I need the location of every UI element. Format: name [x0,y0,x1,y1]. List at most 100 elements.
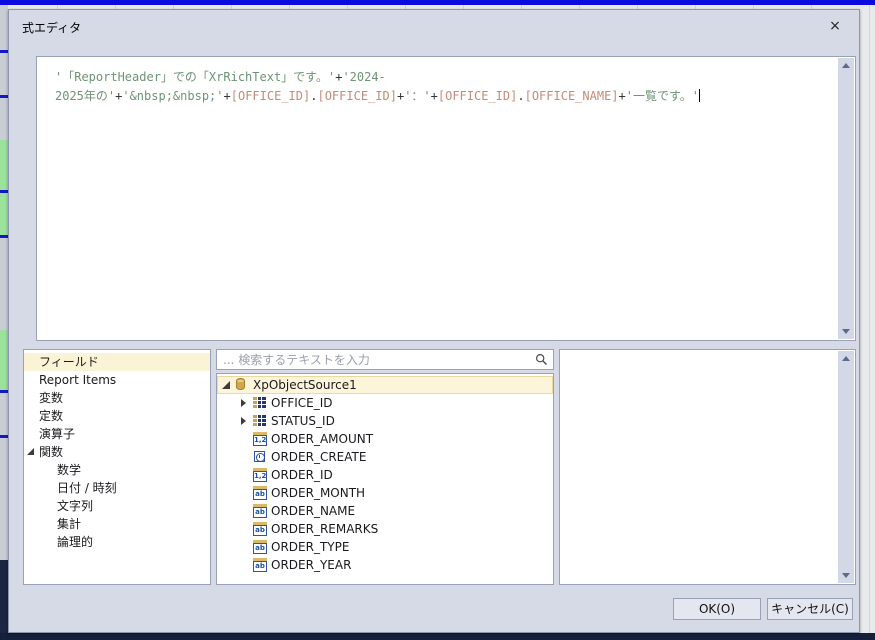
category-label: 数学 [57,463,82,477]
category-item[interactable]: 演算子 [24,425,210,443]
category-item[interactable]: フィールド [24,353,210,371]
expression-token-operator: + [618,89,626,103]
background-app-left-edge [0,5,8,633]
category-item[interactable]: 文字列 [24,497,210,515]
category-item[interactable]: 定数 [24,407,210,425]
tree-item-label: ORDER_AMOUNT [271,432,374,446]
expression-token-string: '2024- [342,70,386,84]
scroll-down-icon[interactable] [838,323,854,339]
field-tree-panel: XpObjectSource1 OFFICE_ID STATUS_ID 1,2 ORDE… [216,373,554,585]
scroll-up-icon[interactable] [838,58,854,74]
expander-placeholder [239,556,253,574]
expander-placeholder [239,466,253,484]
category-label: 定数 [39,409,64,423]
expression-line: 2025年の'+'&nbsp;&nbsp;'+[OFFICE_ID].[OFFI… [55,87,832,106]
tree-item-label: ORDER_NAME [271,504,356,518]
search-box [216,349,554,370]
search-input[interactable] [217,350,553,369]
tree-item-label: ORDER_CREATE [271,450,367,464]
category-label: 論理的 [57,535,94,549]
tree-item-label: ORDER_ID [271,468,333,482]
category-label: フィールド [39,355,99,369]
category-item[interactable]: 日付 / 時刻 [24,479,210,497]
expression-token-field: [OFFICE_ID] [437,89,518,103]
category-item[interactable]: 関数 [24,443,210,461]
expression-token-field: [OFFICE_ID] [317,89,397,103]
category-item[interactable]: 変数 [24,389,210,407]
expression-token-string: '&nbsp;&nbsp;' [122,89,224,103]
expression-editor-dialog: 式エディタ × '「ReportHeader」での「XrRichText」です。… [8,9,860,633]
category-label: 集計 [57,517,82,531]
expression-token-operator: . [517,89,525,103]
tree-item[interactable]: ORDER_CREATE [217,448,553,466]
scroll-up-icon[interactable] [838,351,854,367]
category-label: Report Items [39,373,117,387]
tree-item[interactable]: ab ORDER_TYPE [217,538,553,556]
dialog-title: 式エディタ [22,21,82,35]
expression-token-field: [OFFICE_ID] [230,89,311,103]
scroll-down-icon[interactable] [838,567,854,583]
cancel-button[interactable]: キャンセル(C) [767,598,853,620]
editor-vertical-scrollbar[interactable] [838,58,854,339]
category-item[interactable]: 数学 [24,461,210,479]
tree-item[interactable]: XpObjectSource1 [217,376,553,394]
search-icon [535,353,547,365]
expander-expanded-icon[interactable] [27,448,34,455]
expression-token-field: [OFFICE_NAME] [524,89,619,103]
datetime-icon [253,448,269,466]
tree-item[interactable]: STATUS_ID [217,412,553,430]
category-list-panel: フィールド Report Items 変数定数演算子関数数学日付 / 時刻 文字列集計… [23,349,211,585]
table-icon [253,412,269,430]
tree-item[interactable]: ab ORDER_REMARKS [217,520,553,538]
expander-placeholder [239,538,253,556]
description-vertical-scrollbar[interactable] [838,351,854,583]
expander-expanded-icon[interactable] [221,376,235,394]
tree-item-label: ORDER_TYPE [271,540,350,554]
expression-editor-area[interactable]: '「ReportHeader」での「XrRichText」です。'+'2024-… [36,56,856,341]
expression-text[interactable]: '「ReportHeader」での「XrRichText」です。'+'2024-… [37,57,838,340]
tree-item[interactable]: ab ORDER_MONTH [217,484,553,502]
tree-item-label: ORDER_YEAR [271,558,352,572]
ok-button[interactable]: OK(O) [673,598,761,620]
numeric-icon: 1,2 [253,466,269,484]
category-item[interactable]: Report Items [24,371,210,389]
expression-token-string: '一覧です。' [625,89,699,103]
expression-token-string: '：' [404,89,431,103]
text-icon: ab [253,520,269,538]
category-item[interactable]: 集計 [24,515,210,533]
close-icon[interactable]: × [825,16,845,36]
category-label: 文字列 [57,499,94,513]
tree-item[interactable]: ab ORDER_YEAR [217,556,553,574]
tree-item-label: ORDER_REMARKS [271,522,379,536]
expression-token-operator: + [430,89,438,103]
expression-token-string: 2025年の' [55,89,116,103]
tree-item[interactable]: OFFICE_ID [217,394,553,412]
expander-placeholder [239,448,253,466]
expander-collapsed-icon[interactable] [239,412,253,430]
expander-placeholder [239,502,253,520]
datasource-icon [235,376,251,394]
text-icon: ab [253,538,269,556]
background-app-bottom-bar [0,633,875,640]
tree-item[interactable]: ab ORDER_NAME [217,502,553,520]
expression-line: '「ReportHeader」での「XrRichText」です。'+'2024- [55,68,832,87]
tree-item[interactable]: 1,2 ORDER_AMOUNT [217,430,553,448]
expression-token-string: '「ReportHeader」での「XrRichText」です。' [55,70,336,84]
tree-item[interactable]: 1,2 ORDER_ID [217,466,553,484]
category-item[interactable]: 論理的 [24,533,210,551]
expander-placeholder [239,430,253,448]
tree-item-label: XpObjectSource1 [253,378,357,392]
tree-item-label: STATUS_ID [271,414,335,428]
tree-item-label: OFFICE_ID [271,396,333,410]
category-label: 変数 [39,391,64,405]
expander-placeholder [239,484,253,502]
background-app-top-bar [0,0,875,5]
category-label: 日付 / 時刻 [57,481,117,495]
text-caret [699,89,700,102]
dialog-titlebar[interactable]: 式エディタ × [9,10,859,48]
category-label: 関数 [39,445,64,459]
text-icon: ab [253,502,269,520]
expander-collapsed-icon[interactable] [239,394,253,412]
tree-item-label: ORDER_MONTH [271,486,366,500]
text-icon: ab [253,556,269,574]
